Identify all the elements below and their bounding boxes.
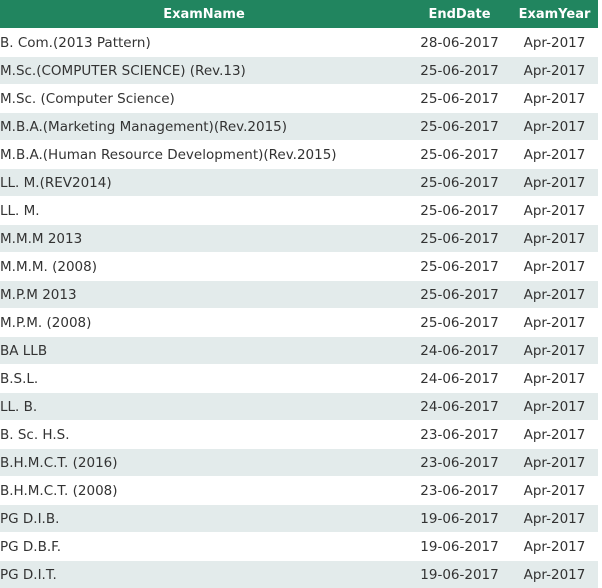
table-row[interactable]: B.S.L.24-06-2017Apr-2017 bbox=[0, 365, 598, 393]
exam-name-cell: PG D.B.F. bbox=[0, 533, 408, 561]
exam-year-cell: Apr-2017 bbox=[511, 449, 598, 477]
table-row[interactable]: M.M.M. (2008)25-06-2017Apr-2017 bbox=[0, 253, 598, 281]
table-row[interactable]: LL. M.(REV2014)25-06-2017Apr-2017 bbox=[0, 169, 598, 197]
exam-year-cell: Apr-2017 bbox=[511, 225, 598, 253]
exam-year-cell: Apr-2017 bbox=[511, 197, 598, 225]
header-exam-name[interactable]: ExamName bbox=[0, 0, 408, 29]
end-date-cell: 25-06-2017 bbox=[408, 169, 511, 197]
exam-name-cell: B. Sc. H.S. bbox=[0, 421, 408, 449]
end-date-cell: 23-06-2017 bbox=[408, 421, 511, 449]
exam-name-cell: M.B.A.(Human Resource Development)(Rev.2… bbox=[0, 141, 408, 169]
exam-name-cell: BA LLB bbox=[0, 337, 408, 365]
exam-name-cell: M.P.M 2013 bbox=[0, 281, 408, 309]
end-date-cell: 25-06-2017 bbox=[408, 85, 511, 113]
exam-name-cell: M.Sc.(COMPUTER SCIENCE) (Rev.13) bbox=[0, 57, 408, 85]
exam-name-cell: LL. M.(REV2014) bbox=[0, 169, 408, 197]
end-date-cell: 23-06-2017 bbox=[408, 477, 511, 505]
table-row[interactable]: M.P.M. (2008)25-06-2017Apr-2017 bbox=[0, 309, 598, 337]
table-row[interactable]: M.M.M 201325-06-2017Apr-2017 bbox=[0, 225, 598, 253]
exam-name-cell: PG D.I.T. bbox=[0, 561, 408, 588]
table-body: B. Com.(2013 Pattern)28-06-2017Apr-2017M… bbox=[0, 29, 598, 588]
end-date-cell: 23-06-2017 bbox=[408, 449, 511, 477]
exam-year-cell: Apr-2017 bbox=[511, 141, 598, 169]
exam-name-cell: M.M.M. (2008) bbox=[0, 253, 408, 281]
table-row[interactable]: M.Sc.(COMPUTER SCIENCE) (Rev.13)25-06-20… bbox=[0, 57, 598, 85]
end-date-cell: 24-06-2017 bbox=[408, 393, 511, 421]
table-row[interactable]: BA LLB24-06-2017Apr-2017 bbox=[0, 337, 598, 365]
exam-year-cell: Apr-2017 bbox=[511, 337, 598, 365]
exam-name-cell: M.B.A.(Marketing Management)(Rev.2015) bbox=[0, 113, 408, 141]
exam-year-cell: Apr-2017 bbox=[511, 169, 598, 197]
table-row[interactable]: M.P.M 201325-06-2017Apr-2017 bbox=[0, 281, 598, 309]
table-row[interactable]: M.B.A.(Marketing Management)(Rev.2015)25… bbox=[0, 113, 598, 141]
exam-name-cell: M.M.M 2013 bbox=[0, 225, 408, 253]
exam-year-cell: Apr-2017 bbox=[511, 113, 598, 141]
exam-year-cell: Apr-2017 bbox=[511, 309, 598, 337]
end-date-cell: 25-06-2017 bbox=[408, 253, 511, 281]
exam-year-cell: Apr-2017 bbox=[511, 505, 598, 533]
exam-year-cell: Apr-2017 bbox=[511, 421, 598, 449]
end-date-cell: 25-06-2017 bbox=[408, 57, 511, 85]
table-header: ExamName EndDate ExamYear bbox=[0, 0, 598, 29]
end-date-cell: 25-06-2017 bbox=[408, 197, 511, 225]
exam-year-cell: Apr-2017 bbox=[511, 281, 598, 309]
exam-year-cell: Apr-2017 bbox=[511, 393, 598, 421]
exam-year-cell: Apr-2017 bbox=[511, 85, 598, 113]
table-row[interactable]: M.Sc. (Computer Science)25-06-2017Apr-20… bbox=[0, 85, 598, 113]
exam-year-cell: Apr-2017 bbox=[511, 253, 598, 281]
table-row[interactable]: M.B.A.(Human Resource Development)(Rev.2… bbox=[0, 141, 598, 169]
header-end-date[interactable]: EndDate bbox=[408, 0, 511, 29]
table-row[interactable]: B.H.M.C.T. (2016)23-06-2017Apr-2017 bbox=[0, 449, 598, 477]
exam-name-cell: M.Sc. (Computer Science) bbox=[0, 85, 408, 113]
end-date-cell: 25-06-2017 bbox=[408, 141, 511, 169]
exam-name-cell: LL. B. bbox=[0, 393, 408, 421]
header-row: ExamName EndDate ExamYear bbox=[0, 0, 598, 29]
header-exam-year[interactable]: ExamYear bbox=[511, 0, 598, 29]
end-date-cell: 25-06-2017 bbox=[408, 281, 511, 309]
exam-name-cell: M.P.M. (2008) bbox=[0, 309, 408, 337]
exam-name-cell: LL. M. bbox=[0, 197, 408, 225]
table-row[interactable]: B.H.M.C.T. (2008)23-06-2017Apr-2017 bbox=[0, 477, 598, 505]
exam-name-cell: PG D.I.B. bbox=[0, 505, 408, 533]
table-row[interactable]: PG D.I.B.19-06-2017Apr-2017 bbox=[0, 505, 598, 533]
table-row[interactable]: B. Com.(2013 Pattern)28-06-2017Apr-2017 bbox=[0, 29, 598, 57]
end-date-cell: 25-06-2017 bbox=[408, 309, 511, 337]
end-date-cell: 25-06-2017 bbox=[408, 225, 511, 253]
exam-year-cell: Apr-2017 bbox=[511, 561, 598, 588]
end-date-cell: 24-06-2017 bbox=[408, 337, 511, 365]
exam-name-cell: B. Com.(2013 Pattern) bbox=[0, 29, 408, 57]
table-row[interactable]: LL. M.25-06-2017Apr-2017 bbox=[0, 197, 598, 225]
exam-year-cell: Apr-2017 bbox=[511, 477, 598, 505]
end-date-cell: 24-06-2017 bbox=[408, 365, 511, 393]
table-row[interactable]: LL. B.24-06-2017Apr-2017 bbox=[0, 393, 598, 421]
exam-year-cell: Apr-2017 bbox=[511, 365, 598, 393]
end-date-cell: 19-06-2017 bbox=[408, 505, 511, 533]
end-date-cell: 28-06-2017 bbox=[408, 29, 511, 57]
exam-schedule-table: ExamName EndDate ExamYear B. Com.(2013 P… bbox=[0, 0, 598, 588]
table-row[interactable]: B. Sc. H.S.23-06-2017Apr-2017 bbox=[0, 421, 598, 449]
end-date-cell: 19-06-2017 bbox=[408, 533, 511, 561]
exam-year-cell: Apr-2017 bbox=[511, 533, 598, 561]
exam-name-cell: B.H.M.C.T. (2008) bbox=[0, 477, 408, 505]
exam-name-cell: B.S.L. bbox=[0, 365, 408, 393]
end-date-cell: 25-06-2017 bbox=[408, 113, 511, 141]
table-row[interactable]: PG D.I.T.19-06-2017Apr-2017 bbox=[0, 561, 598, 588]
table-row[interactable]: PG D.B.F.19-06-2017Apr-2017 bbox=[0, 533, 598, 561]
exam-name-cell: B.H.M.C.T. (2016) bbox=[0, 449, 408, 477]
end-date-cell: 19-06-2017 bbox=[408, 561, 511, 588]
exam-year-cell: Apr-2017 bbox=[511, 29, 598, 57]
exam-year-cell: Apr-2017 bbox=[511, 57, 598, 85]
